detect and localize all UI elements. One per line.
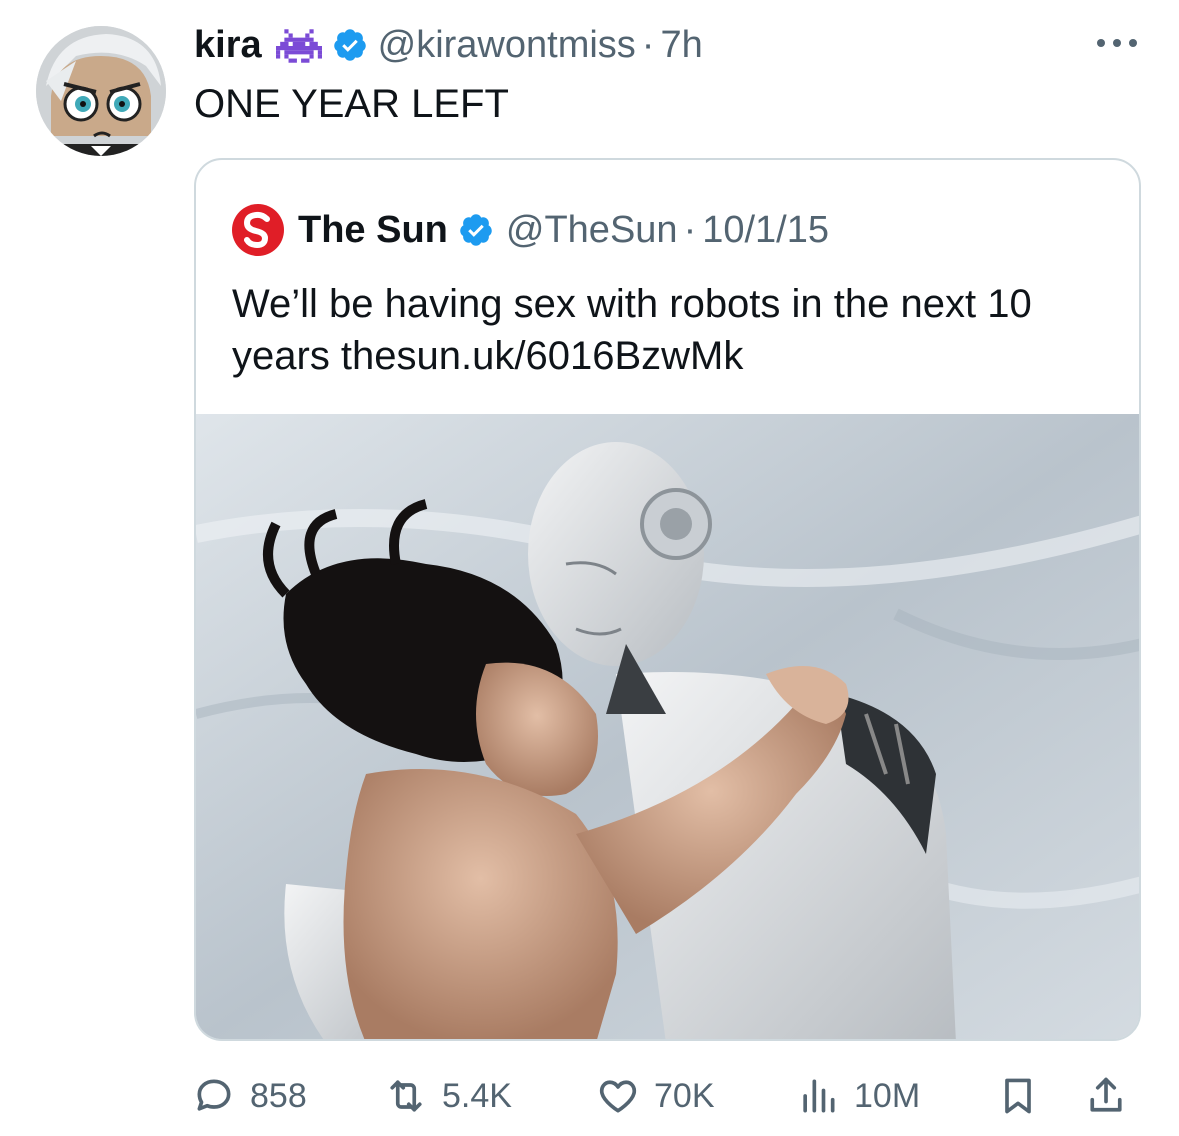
views-button[interactable]: 10M [796, 1066, 920, 1126]
quoted-tweet-header: The Sun @TheSun · 10/1/15 [232, 204, 829, 256]
heart-icon [599, 1080, 637, 1113]
tweet-time[interactable]: 7h [660, 22, 702, 68]
repost-button[interactable]: 5.4K [384, 1066, 512, 1126]
repost-count: 5.4K [442, 1076, 512, 1115]
quoted-author-handle[interactable]: @TheSun [506, 207, 678, 253]
avatar-cartoon-icon [36, 26, 166, 156]
share-icon [1090, 1077, 1122, 1112]
separator-dot: · [641, 24, 655, 66]
share-button[interactable] [1084, 1066, 1128, 1126]
author-handle[interactable]: @kirawontmiss [378, 22, 636, 68]
bookmark-icon [1005, 1078, 1031, 1114]
action-bar: 858 5.4K 70K 10M [0, 1066, 1179, 1126]
verified-icon[interactable] [458, 212, 494, 248]
quoted-tweet-date[interactable]: 10/1/15 [702, 207, 829, 253]
robot-embrace-photo[interactable] [196, 414, 1139, 1039]
reply-icon [197, 1079, 231, 1111]
avatar[interactable] [36, 26, 166, 156]
views-chart-icon [803, 1079, 835, 1113]
reply-button[interactable]: 858 [192, 1066, 307, 1126]
repost-icon [390, 1080, 422, 1112]
separator-dot: · [683, 209, 697, 251]
tweet-header: kira @kirawontmiss · 7h [194, 22, 703, 68]
quoted-author-name[interactable]: The Sun [298, 207, 448, 253]
reply-count: 858 [250, 1076, 307, 1115]
quoted-tweet-card[interactable]: The Sun @TheSun · 10/1/15 We’ll be havin… [194, 158, 1141, 1041]
quoted-tweet-text: We’ll be having sex with robots in the n… [232, 282, 1032, 378]
like-button[interactable]: 70K [596, 1066, 715, 1126]
views-count: 10M [854, 1076, 921, 1115]
sun-logo-icon[interactable] [232, 204, 284, 256]
tweet-text: ONE YEAR LEFT [194, 82, 509, 126]
verified-icon[interactable] [332, 27, 368, 63]
bookmark-button[interactable] [996, 1066, 1040, 1126]
like-count: 70K [654, 1076, 715, 1115]
space-invader-icon [275, 28, 322, 63]
more-icon[interactable] [1094, 36, 1140, 50]
author-name[interactable]: kira [194, 22, 262, 68]
